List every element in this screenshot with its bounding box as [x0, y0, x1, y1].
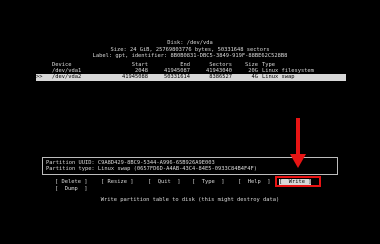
- dump-button[interactable]: [ Dump ]: [55, 186, 87, 193]
- partition-type: Partition type: Linux swap (0657FD6D-A4A…: [46, 166, 257, 172]
- annotation-arrow-shaft: [296, 118, 300, 158]
- row-type: Linux swap: [262, 74, 295, 80]
- quit-button[interactable]: [ Quit ]: [148, 179, 180, 186]
- delete-button[interactable]: [ Delete ]: [55, 179, 87, 186]
- annotation-highlight-box: [275, 175, 321, 187]
- row-end: 50331614: [164, 74, 190, 80]
- annotation-arrow-head: [289, 154, 306, 168]
- resize-button[interactable]: [ Resize ]: [101, 179, 133, 186]
- help-button[interactable]: [ Help ]: [238, 179, 270, 186]
- row-start: 41945088: [122, 74, 148, 80]
- disk-label-line: Label: gpt, identifier: 8B0B0831-DBC5-38…: [92, 53, 288, 59]
- status-hint: Write partition table to disk (this migh…: [100, 197, 280, 203]
- row-size: 4G: [251, 74, 259, 80]
- row-cursor: >>: [36, 74, 43, 80]
- row-sectors: 8386527: [209, 74, 232, 80]
- type-button[interactable]: [ Type ]: [192, 179, 224, 186]
- row-device: /dev/vda2: [52, 74, 82, 80]
- table-row-selected[interactable]: >> /dev/vda2 41945088 50331614 8386527 4…: [36, 74, 346, 81]
